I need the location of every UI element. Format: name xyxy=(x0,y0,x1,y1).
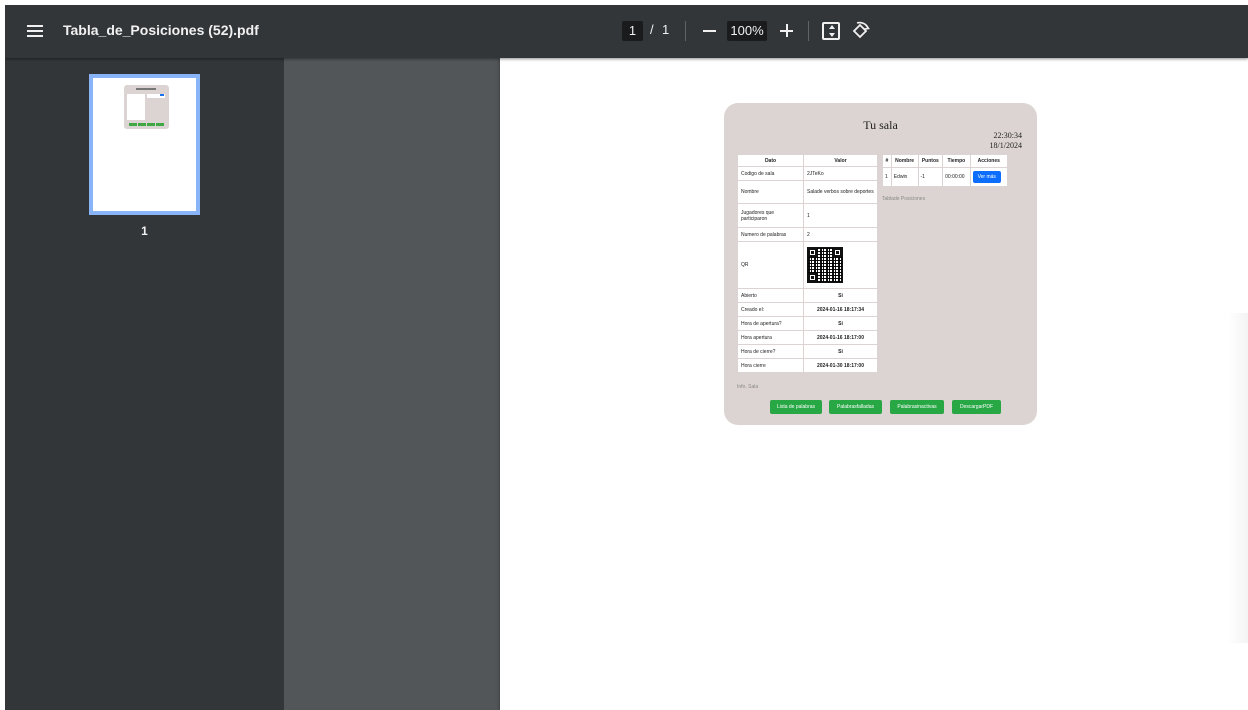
table-row: Nombre Salade verbos sobre deportes xyxy=(737,180,878,204)
fit-to-page-icon[interactable] xyxy=(822,22,840,40)
column-header: Acciones xyxy=(969,154,1009,168)
row-label: Abierto xyxy=(737,288,804,303)
table-row: Hora de apertura? Si xyxy=(737,316,878,331)
page-total: 1 xyxy=(662,22,670,37)
download-pdf-button[interactable]: DescargarPDF xyxy=(952,400,1001,414)
table-row: 1 Edwin -1 00:00:00 Ver más xyxy=(882,167,1009,187)
table-row: Hora apertura 2024-01-16 18:17:00 xyxy=(737,330,878,345)
room-card: Tu sala 22:30:34 18/1/2024 Dato Valor Co… xyxy=(724,103,1037,425)
room-time: 22:30:34 xyxy=(993,131,1022,140)
thumbnail-label: 1 xyxy=(141,224,148,238)
rotate-icon[interactable] xyxy=(848,19,872,43)
column-header: Tiempo xyxy=(942,154,971,168)
menu-icon[interactable] xyxy=(25,22,45,40)
plus-icon[interactable] xyxy=(775,19,799,43)
room-title: Tu sala xyxy=(863,118,898,132)
column-header: Nombre xyxy=(890,154,919,168)
player-name: Edwin xyxy=(890,167,919,187)
table-header-row: Dato Valor xyxy=(737,154,878,167)
document-title: Tabla_de_Posiciones (52).pdf xyxy=(63,22,259,38)
view-more-button[interactable]: Ver más xyxy=(972,171,1001,183)
table-row: Hora cierre 2024-01-30 18:17:00 xyxy=(737,358,878,373)
table-row: QR xyxy=(737,241,878,289)
toolbar-divider xyxy=(685,21,686,41)
table-row: Codigo de sala 2JTeKo xyxy=(737,166,878,181)
failed-words-button[interactable]: Palabrasfalladas xyxy=(829,400,882,414)
player-points: -1 xyxy=(917,167,944,187)
row-label: Nombre xyxy=(737,180,804,204)
toolbar-divider xyxy=(808,21,809,41)
page-number-input[interactable]: 1 xyxy=(622,21,643,41)
table-row: Jugadores que participaron 1 xyxy=(737,203,878,228)
row-value: 1 xyxy=(803,203,878,228)
actions-cell: Ver más xyxy=(969,167,1009,187)
qr-code-image xyxy=(807,247,843,283)
table-row: Hora de cierre? Si xyxy=(737,344,878,359)
toolbar: Tabla_de_Posiciones (52).pdf 1 / 1 100% xyxy=(5,5,1248,58)
row-label: QR xyxy=(737,241,804,289)
row-label: Hora de cierre? xyxy=(737,344,804,359)
row-value: Si xyxy=(803,344,878,359)
row-value: 2024-01-16 18:17:00 xyxy=(803,330,878,345)
table-row: Abierto Si xyxy=(737,288,878,303)
positions-table: # Nombre Puntos Tiempo Acciones 1 Edwin … xyxy=(882,154,1009,187)
row-value: Si xyxy=(803,288,878,303)
table-header-row: # Nombre Puntos Tiempo Acciones xyxy=(882,154,1009,168)
column-header: Valor xyxy=(803,154,878,167)
qr-cell xyxy=(803,241,878,289)
pdf-viewer: Tabla_de_Posiciones (52).pdf 1 / 1 100% … xyxy=(5,5,1248,710)
thumbnail-preview xyxy=(124,85,169,129)
player-time: 00:00:00 xyxy=(942,167,971,187)
table-row: Creado el: 2024-01-16 18:17:34 xyxy=(737,302,878,317)
row-label: Hora de apertura? xyxy=(737,316,804,331)
page-thumbnail[interactable] xyxy=(89,74,200,215)
row-label: Creado el: xyxy=(737,302,804,317)
action-buttons: Lista de palabras Palabrasfalladas Palab… xyxy=(724,400,1037,414)
minus-icon[interactable] xyxy=(698,19,722,43)
column-header: # xyxy=(882,154,892,168)
room-date: 18/1/2024 xyxy=(989,141,1022,150)
inactive-words-button[interactable]: Palabrasinactivas xyxy=(890,400,944,414)
row-label: Hora cierre xyxy=(737,358,804,373)
row-value: 2024-01-30 18:17:00 xyxy=(803,358,878,373)
row-label: Hora apertura xyxy=(737,330,804,345)
room-info-table: Dato Valor Codigo de sala 2JTeKo Nombre … xyxy=(737,154,878,373)
position-number: 1 xyxy=(882,167,892,187)
row-label: Numero de palabras xyxy=(737,227,804,242)
row-label: Codigo de sala xyxy=(737,166,804,181)
column-header: Puntos xyxy=(917,154,944,168)
column-header: Dato xyxy=(737,154,804,167)
row-value: 2 xyxy=(803,227,878,242)
page-separator: / xyxy=(650,22,654,37)
pdf-page: Tu sala 22:30:34 18/1/2024 Dato Valor Co… xyxy=(500,58,1248,710)
info-table-caption: Info. Sala xyxy=(737,384,759,390)
table-row: Numero de palabras 2 xyxy=(737,227,878,242)
word-list-button[interactable]: Lista de palabras xyxy=(770,400,822,414)
positions-table-caption: Tablade Posiciones xyxy=(882,196,926,202)
row-value: Salade verbos sobre deportes xyxy=(803,180,878,204)
row-value: 2024-01-16 18:17:34 xyxy=(803,302,878,317)
thumbnail-sidebar: 1 xyxy=(5,58,284,710)
row-value: Si xyxy=(803,316,878,331)
page-edge-shadow xyxy=(1228,313,1248,643)
zoom-input[interactable]: 100% xyxy=(727,21,767,41)
row-label: Jugadores que participaron xyxy=(737,203,804,228)
row-value: 2JTeKo xyxy=(803,166,878,181)
